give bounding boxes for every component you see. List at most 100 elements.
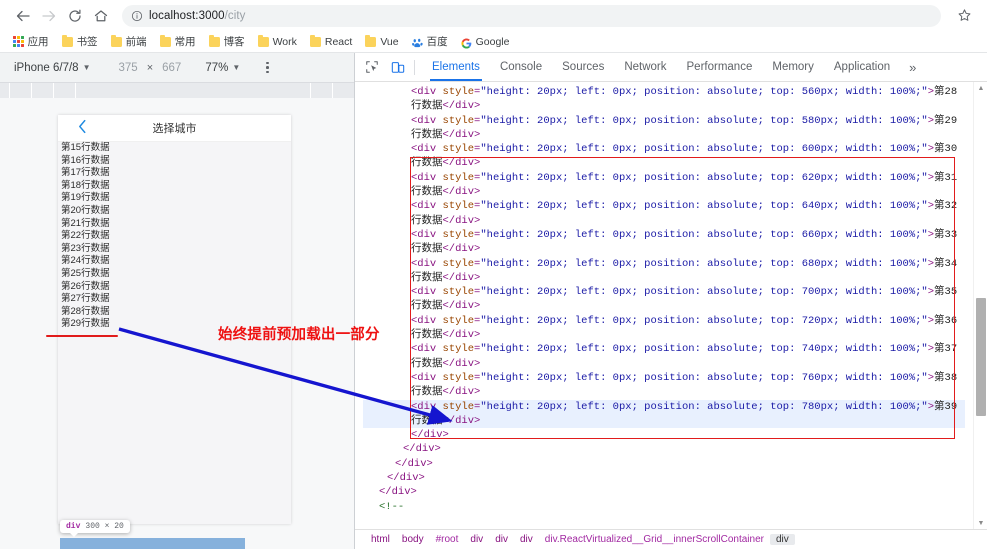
scroll-down-icon[interactable]: ▼ (974, 517, 987, 529)
toolbar-divider (414, 59, 415, 75)
device-height-input[interactable]: 667 (162, 62, 181, 74)
bookmark-apps[interactable]: 应用 (7, 33, 55, 51)
list-item[interactable]: 第18行数据 (58, 180, 291, 193)
baidu-icon (411, 36, 423, 48)
tab-label: Memory (772, 61, 814, 73)
breadcrumb-item[interactable]: #root (430, 534, 465, 545)
url-host: localhost:3000 (149, 9, 225, 22)
breadcrumb-item[interactable]: html (365, 534, 396, 545)
breadcrumb-item[interactable]: div (769, 534, 795, 545)
list-item[interactable]: 第19行数据 (58, 192, 291, 205)
page-title: 选择城市 (152, 123, 197, 135)
more-tabs-icon[interactable]: » (900, 60, 925, 75)
dom-node-line[interactable]: <div style="height: 20px; left: 0px; pos… (363, 342, 965, 371)
tab-memory[interactable]: Memory (762, 53, 824, 81)
bookmark-label: Google (475, 35, 510, 48)
device-emulation-pane: iPhone 6/7/8 ▼ 375 × 667 77% ▼ 选择城市 第15行… (0, 53, 355, 549)
elements-tree: <div style="height: 20px; left: 0px; pos… (355, 82, 987, 529)
dom-node-line[interactable]: <div style="height: 20px; left: 0px; pos… (363, 371, 965, 400)
star-bookmark-icon[interactable] (951, 3, 977, 29)
breadcrumb-item[interactable]: div (514, 534, 539, 545)
list-item[interactable]: 第16行数据 (58, 155, 291, 168)
list-item[interactable]: 第23行数据 (58, 243, 291, 256)
back-arrow-icon[interactable] (10, 3, 36, 29)
dom-node-line[interactable]: <div style="height: 20px; left: 0px; pos… (363, 399, 965, 429)
breadcrumb-item[interactable]: div (489, 534, 514, 545)
tab-label: Console (499, 61, 543, 73)
list-item[interactable]: 第22行数据 (58, 230, 291, 243)
list-item[interactable]: 第25行数据 (58, 268, 291, 281)
dom-node-line[interactable]: <div style="height: 20px; left: 0px; pos… (363, 114, 965, 143)
closing-tag-line[interactable]: </div> (363, 428, 965, 442)
dom-node-line[interactable]: <div style="height: 20px; left: 0px; pos… (363, 142, 965, 171)
list-item[interactable]: 第17行数据 (58, 167, 291, 180)
device-toolbar-icon[interactable] (385, 54, 411, 80)
dom-node-line[interactable]: <div style="height: 20px; left: 0px; pos… (363, 314, 965, 343)
zoom-selector[interactable]: 77% ▼ (205, 62, 240, 74)
dom-node-line[interactable]: <div style="height: 20px; left: 0px; pos… (363, 171, 965, 200)
vertical-scrollbar[interactable]: ▲ ▼ (973, 82, 987, 529)
info-circle-icon[interactable] (131, 10, 143, 22)
list-item[interactable]: 第21行数据 (58, 218, 291, 231)
bookmark-google[interactable]: Google (455, 33, 516, 51)
tab-performance[interactable]: Performance (677, 53, 763, 81)
tab-elements[interactable]: Elements (422, 53, 490, 81)
address-bar[interactable]: localhost:3000/city (122, 4, 941, 27)
bookmark-folder-1[interactable]: 书签 (56, 33, 104, 51)
list-item[interactable]: 第20行数据 (58, 205, 291, 218)
tab-application[interactable]: Application (824, 53, 900, 81)
reload-icon[interactable] (62, 3, 88, 29)
bookmark-label: 书签 (76, 36, 98, 48)
list-item[interactable]: 第24行数据 (58, 255, 291, 268)
device-width-input[interactable]: 375 (119, 62, 138, 74)
dom-node-line[interactable]: <div style="height: 20px; left: 0px; pos… (363, 199, 965, 228)
device-selector[interactable]: iPhone 6/7/8 ▼ (14, 62, 91, 74)
bookmark-folder-4[interactable]: 博客 (203, 33, 251, 51)
list-item[interactable]: 第27行数据 (58, 293, 291, 306)
tab-label: Network (624, 61, 667, 73)
list-item[interactable]: 第28行数据 (58, 306, 291, 319)
closing-tag-line[interactable]: </div> (363, 442, 965, 456)
tab-label: Sources (562, 61, 605, 73)
browser-toolbar: localhost:3000/city (0, 0, 987, 31)
zoom-value: 77% (205, 61, 229, 74)
folder-icon (61, 34, 73, 47)
device-name: iPhone 6/7/8 (14, 61, 79, 74)
list-item[interactable]: 第26行数据 (58, 281, 291, 294)
breadcrumb-item[interactable]: body (396, 534, 430, 545)
tab-network[interactable]: Network (614, 53, 676, 81)
forward-arrow-icon[interactable] (36, 3, 62, 29)
scrollbar-thumb[interactable] (976, 298, 986, 416)
scroll-up-icon[interactable]: ▲ (974, 82, 987, 94)
kebab-menu-icon[interactable] (266, 61, 269, 74)
city-list[interactable]: 第15行数据 第16行数据 第17行数据 第18行数据 第19行数据 第20行数… (58, 142, 291, 331)
dom-node-line[interactable]: <div style="height: 20px; left: 0px; pos… (363, 85, 965, 114)
highlighted-element-overlay (60, 538, 245, 549)
bookmark-folder-3[interactable]: 常用 (154, 33, 202, 51)
folder-icon (159, 34, 171, 47)
bookmark-folder-7[interactable]: Vue (359, 33, 404, 51)
breadcrumb-item[interactable]: div (464, 534, 489, 545)
tab-label: Application (833, 61, 891, 73)
comment-line[interactable]: <!-- (363, 500, 965, 514)
closing-tag-line[interactable]: </div> (363, 457, 965, 471)
list-item[interactable]: 第15行数据 (58, 142, 291, 155)
annotation-note: 始终提前预加载出一部分 (218, 327, 380, 343)
bookmark-folder-2[interactable]: 前端 (105, 33, 153, 51)
tab-console[interactable]: Console (490, 53, 552, 81)
dom-node-line[interactable]: <div style="height: 20px; left: 0px; pos… (363, 228, 965, 257)
chevron-left-icon[interactable] (78, 119, 87, 137)
dom-node-line[interactable]: <div style="height: 20px; left: 0px; pos… (363, 285, 965, 314)
closing-tag-line[interactable]: </div> (363, 485, 965, 499)
breadcrumb-item[interactable]: div.ReactVirtualized__Grid__innerScrollC… (539, 534, 770, 545)
closing-tag-line[interactable]: </div> (363, 471, 965, 485)
bookmark-folder-5[interactable]: Work (252, 33, 303, 51)
inspect-element-icon[interactable] (359, 54, 385, 80)
bookmark-folder-6[interactable]: React (304, 33, 358, 51)
home-icon[interactable] (88, 3, 114, 29)
tab-sources[interactable]: Sources (552, 53, 614, 81)
dom-code-list[interactable]: <div style="height: 20px; left: 0px; pos… (355, 82, 973, 529)
bookmark-baidu[interactable]: 百度 (406, 33, 454, 51)
chevron-down-icon: ▼ (82, 62, 91, 72)
dom-node-line[interactable]: <div style="height: 20px; left: 0px; pos… (363, 257, 965, 286)
